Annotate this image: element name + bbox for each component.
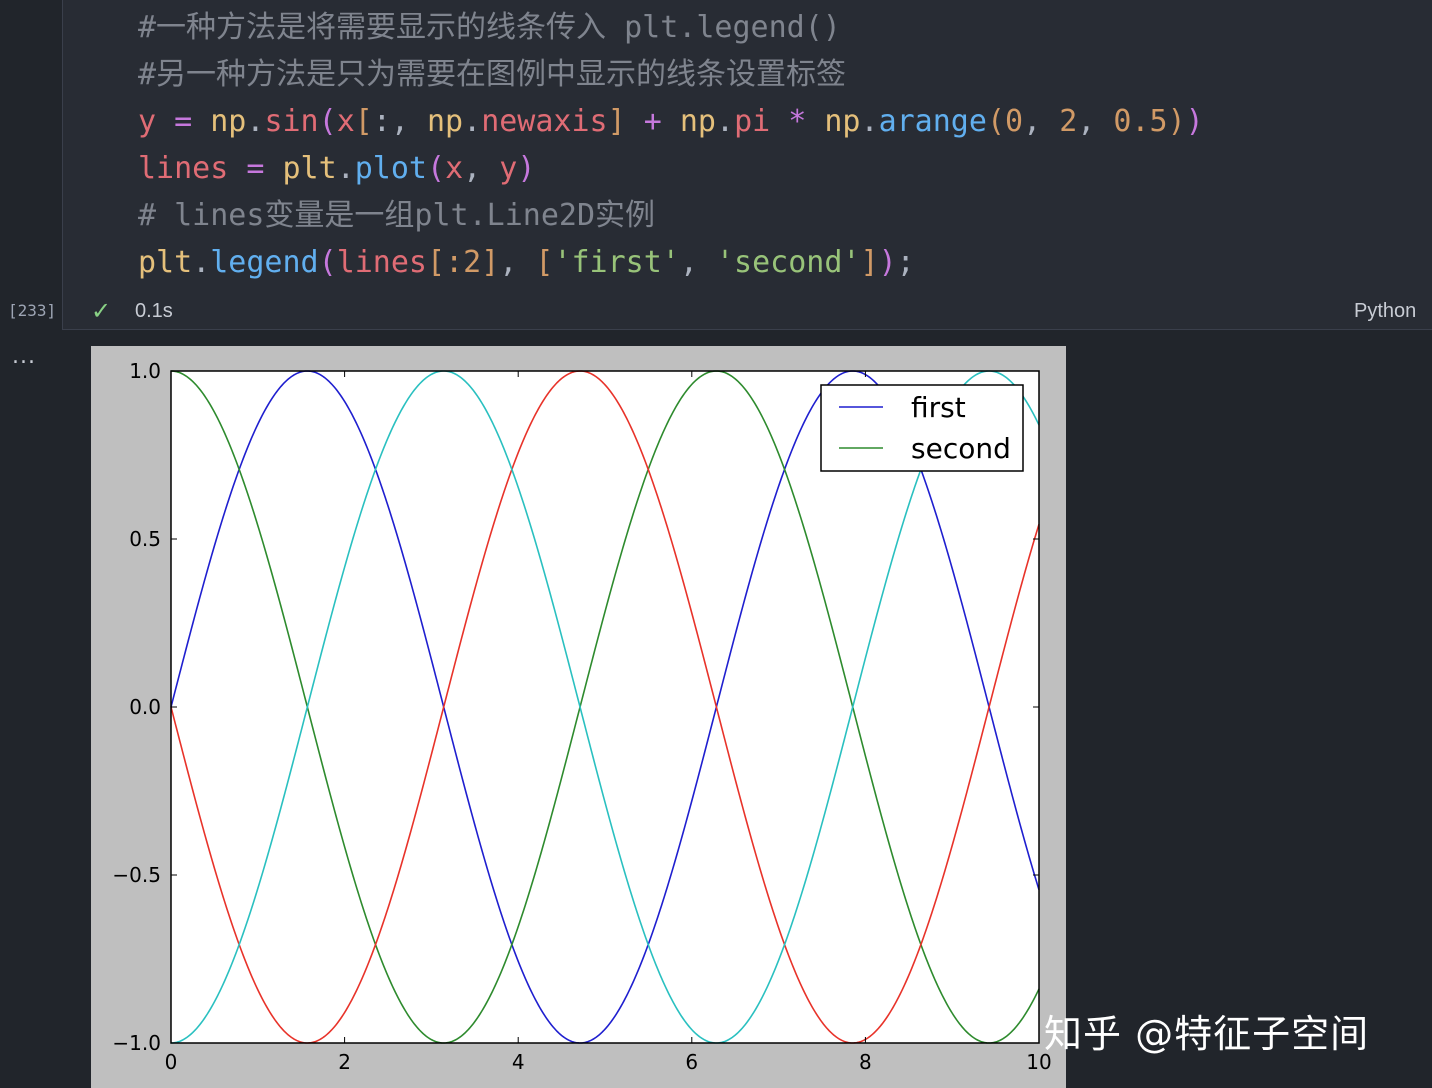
code-token: ] [860,245,879,280]
code-token: :, [372,104,427,139]
x-tick-label: 0 [165,1050,178,1074]
code-token: y [138,104,157,139]
code-token: . [246,104,265,139]
code-token: ] [607,104,626,139]
x-tick-label: 8 [859,1050,872,1074]
code-token: ; [896,245,915,280]
code-line: plt.legend(lines[:2], ['first', 'second'… [138,239,1204,286]
code-token: arange [878,104,987,139]
code-token: 2 [1059,104,1078,139]
code-cell[interactable]: #一种方法是将需要显示的线条传入 plt.legend() #另一种方法是只为需要… [62,0,1432,330]
code-token: [ [354,104,373,139]
code-line: lines = plt.plot(x, y) [138,145,1204,192]
y-tick-label: 1.0 [129,359,161,383]
code-token: #另一种方法是只为需要在图例中显示的线条设置标签 [138,57,847,92]
plot-output: 0 2 4 6 8 10 1.0 0.5 0.0 −0.5 −1.0 first second [91,346,1066,1088]
code-token: . [716,104,735,139]
code-token: , [1023,104,1060,139]
code-line: # lines变量是一组plt.Line2D实例 [138,192,1204,239]
execution-time: 0.1s [135,300,173,322]
x-tick-label: 6 [685,1050,698,1074]
code-token: = [228,151,283,186]
x-tick-label: 2 [338,1050,351,1074]
code-token: ( [427,151,446,186]
code-token: np [210,104,247,139]
code-token: x [445,151,464,186]
code-token: [ [427,245,446,280]
code-token: , [499,245,536,280]
code-token: 'second' [716,245,861,280]
code-token: . [463,104,482,139]
check-icon: ✓ [91,297,112,325]
code-token: , [1077,104,1114,139]
code-token: legend [210,245,319,280]
code-token: = [156,104,211,139]
code-token: ) [517,151,536,186]
code-token: 'first' [553,245,680,280]
code-token: pi [734,104,771,139]
watermark: 知乎 @特征子空间 [1044,1012,1370,1056]
code-token: #一种方法是将需要显示的线条传入 plt.legend() [138,10,841,45]
code-token: . [860,104,879,139]
x-tick-label: 4 [512,1050,525,1074]
code-token: . [192,245,211,280]
code-token: ) [1185,104,1204,139]
code-token: ( [318,245,337,280]
y-tick-label: 0.0 [129,695,161,719]
plot-area [171,371,1039,1043]
output-menu-icon[interactable]: ... [12,344,36,369]
y-tick-label: 0.5 [129,527,161,551]
code-token: * [770,104,825,139]
code-token: ) [878,245,897,280]
code-token: lines [336,245,427,280]
code-token: ( [986,104,1005,139]
legend-label-first: first [911,391,966,424]
code-token: , [463,151,500,186]
code-token: 0.5 [1113,104,1168,139]
code-line: y = np.sin(x[:, np.newaxis] + np.pi * np… [138,98,1204,145]
code-token: lines [138,151,229,186]
code-token: ( [318,104,337,139]
code-token: ) [1167,104,1186,139]
language-label[interactable]: Python [1354,300,1416,323]
code-token: x [336,104,355,139]
line-chart: 0 2 4 6 8 101.00.50.0−0.5−1.0firstsecond [112,359,1051,1074]
code-token: , [679,245,716,280]
code-line: #一种方法是将需要显示的线条传入 plt.legend() [138,4,1204,51]
y-tick-label: −0.5 [112,863,161,887]
code-token: np [824,104,861,139]
code-token: plot [354,151,427,186]
code-token: plt [282,151,337,186]
code-token: plt [138,245,193,280]
y-tick-label: −1.0 [112,1031,161,1055]
code-token: ] [481,245,500,280]
code-editor[interactable]: #一种方法是将需要显示的线条传入 plt.legend() #另一种方法是只为需要… [138,4,1204,286]
code-token: 0 [1005,104,1024,139]
code-token: np [427,104,464,139]
code-token: [ [535,245,554,280]
code-token: np [679,104,716,139]
legend-label-second: second [911,432,1011,465]
execution-count: [233] [8,301,57,320]
code-token: newaxis [481,104,608,139]
code-token: + [625,104,680,139]
code-line: #另一种方法是只为需要在图例中显示的线条设置标签 [138,51,1204,98]
code-token: sin [264,104,319,139]
code-token: :2 [445,245,482,280]
code-token: y [499,151,518,186]
code-token: # lines变量是一组plt.Line2D实例 [138,198,656,233]
code-token: . [336,151,355,186]
